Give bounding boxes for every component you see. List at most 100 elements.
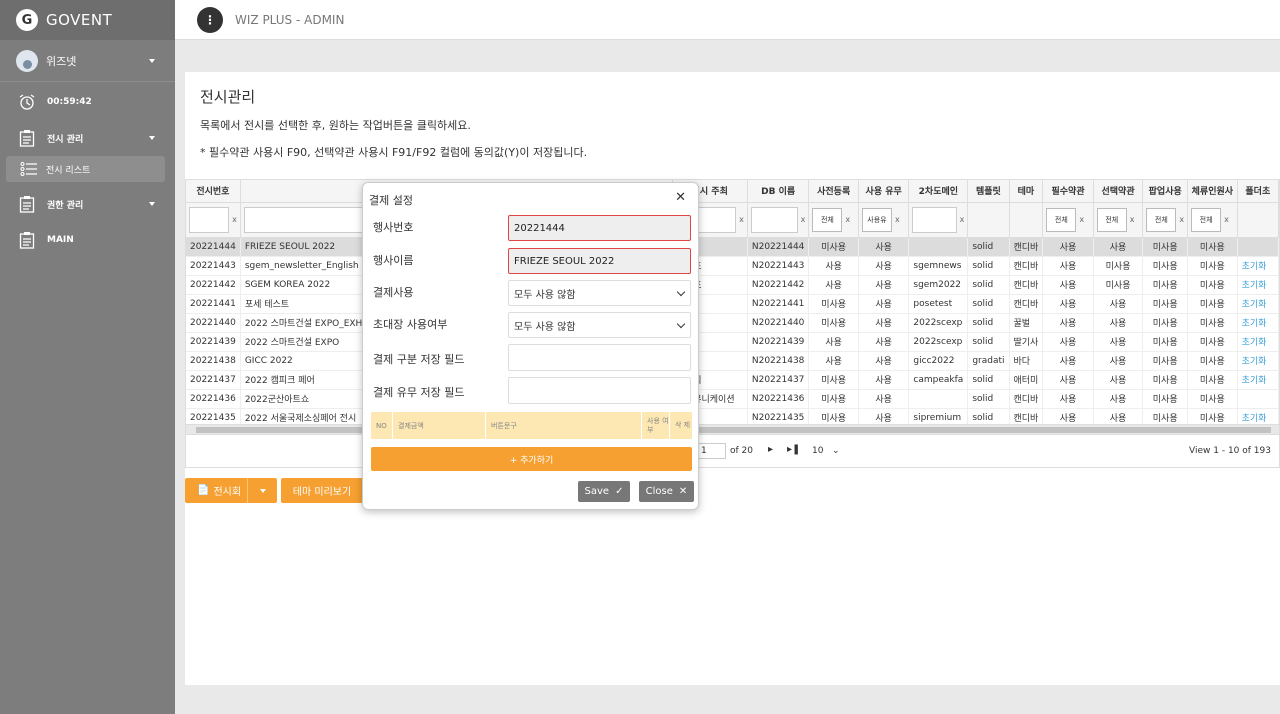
table-cell: solid (967, 313, 1010, 333)
sidebar-item-permission-manage[interactable]: 권한 관리 (0, 186, 175, 222)
horizontal-scrollbar[interactable] (186, 424, 1279, 434)
add-row-button[interactable]: + 추가하기 (371, 447, 692, 471)
dropdown-toggle[interactable] (247, 478, 277, 503)
table-cell[interactable]: 초기화 (1237, 351, 1279, 371)
clear-filter-icon[interactable]: x (232, 215, 237, 224)
table-cell[interactable] (1237, 237, 1279, 257)
filter-select[interactable]: 전체 (1191, 207, 1222, 232)
table-cell: 20221442 (186, 275, 241, 295)
sidebar-item-main[interactable]: MAIN (0, 222, 175, 258)
event-name-field[interactable]: FRIEZE SEOUL 2022 (508, 248, 691, 274)
sidebar-item-exhibition-manage[interactable]: 전시 관리 (0, 120, 175, 156)
table-cell: 꿀벌 (1009, 313, 1044, 333)
next-page-icon[interactable]: ▸ (768, 444, 773, 455)
event-no-field[interactable]: 20221444 (508, 215, 691, 241)
table-cell: 사용 (1093, 351, 1144, 371)
clear-filter-icon[interactable]: x (801, 215, 806, 224)
table-cell: 사용 (1042, 389, 1094, 409)
column-header[interactable]: 템플릿 (967, 180, 1010, 203)
filter-select[interactable]: 전체 (1146, 207, 1177, 232)
table-row[interactable]: 202214372022 캠피크 페어스기획N20221437미사용사용camp… (186, 370, 1279, 390)
dialog-title: 결제 설정 (369, 194, 413, 207)
page-notice: * 필수약관 사용시 F90, 선택약관 사용시 F91/F92 컬럼에 동의값… (200, 146, 588, 159)
pager: 1 of 20 ▸ ▸❚ 10 ⌄ View 1 - 10 of 193 (185, 435, 1280, 468)
table-cell: 사용 (1093, 332, 1144, 352)
table-cell[interactable]: 초기화 (1237, 370, 1279, 390)
clear-filter-icon[interactable]: x (1079, 215, 1084, 224)
table-cell[interactable]: 초기화 (1237, 294, 1279, 314)
filter-select[interactable]: 사용유 (861, 207, 892, 232)
close-icon[interactable]: ✕ (675, 190, 686, 205)
table-cell[interactable]: 초기화 (1237, 275, 1279, 295)
column-header[interactable]: 전시번호 (186, 180, 241, 203)
sidebar-item-exhibition-list[interactable]: 전시 리스트 (6, 156, 165, 182)
close-button[interactable]: Close ✕ (639, 481, 694, 502)
column-header[interactable]: 2차도메인 (908, 180, 969, 203)
table-cell: N20221440 (747, 313, 810, 333)
column-header[interactable]: 체류인원사 (1187, 180, 1238, 203)
column-header[interactable]: 테마 (1009, 180, 1044, 203)
filter-input[interactable] (750, 206, 798, 233)
column-header[interactable]: 폴더초 (1237, 180, 1279, 203)
column-header[interactable]: 사전등록 (808, 180, 859, 203)
table-cell: 미사용 (1187, 237, 1238, 257)
clear-filter-icon[interactable]: x (1179, 215, 1184, 224)
page-size-select[interactable]: 10 ⌄ (812, 446, 840, 456)
payment-use-select[interactable]: 모두 사용 않함 (508, 280, 691, 306)
clear-filter-icon[interactable]: x (845, 215, 850, 224)
user-menu[interactable]: 위즈넷 (0, 40, 175, 82)
filter-select[interactable]: 전체 (812, 207, 843, 232)
export-label: 전시회 (213, 487, 242, 498)
export-button[interactable]: 📄 전시회 (185, 478, 277, 503)
table-row[interactable]: 20221444FRIEZE SEOUL 2022즈N20221444미사용사용… (186, 237, 1279, 257)
table-row[interactable]: 20221443sgem_newsletter_English렉스포N20221… (186, 256, 1279, 276)
save-button[interactable]: Save ✓ (578, 481, 630, 502)
filter-input[interactable] (189, 206, 230, 233)
clear-filter-icon[interactable]: x (960, 215, 965, 224)
clear-filter-icon[interactable]: x (895, 215, 900, 224)
table-cell: 사용 (858, 351, 910, 371)
column-header[interactable]: DB 이름 (747, 180, 810, 203)
table-cell: 미사용 (1142, 370, 1189, 390)
table-cell: 캔디바 (1009, 256, 1044, 276)
clipboard-icon (18, 231, 36, 249)
page-number-input[interactable]: 1 (696, 443, 726, 459)
column-header[interactable]: 팝업사용 (1142, 180, 1189, 203)
table-row[interactable]: 20221436 2022군산아트쇼 임커뮤니케이션 N20221436 미사용 사용 so… (186, 389, 1279, 409)
pay-flag-input[interactable] (508, 377, 691, 404)
last-page-icon[interactable]: ▸❚ (787, 444, 800, 455)
filter-select[interactable]: 전체 (1046, 207, 1077, 232)
table-row[interactable]: 202214392022 스마트건설 EXPO컴N20221439사용사용202… (186, 332, 1279, 352)
table-cell: 캔디바 (1009, 294, 1044, 314)
column-header[interactable]: 필수약관 (1042, 180, 1094, 203)
select-value: 모두 사용 않함 (514, 289, 576, 301)
table-cell: 미사용 (1142, 256, 1189, 276)
table-cell[interactable] (1237, 389, 1279, 409)
clear-filter-icon[interactable]: x (1224, 215, 1229, 224)
filter-input[interactable] (912, 206, 957, 233)
table-row[interactable]: 202214402022 스마트건설 EXPO_EXHI컴N20221440미사… (186, 313, 1279, 333)
clear-filter-icon[interactable]: x (1130, 215, 1135, 224)
table-cell: solid (967, 275, 1010, 295)
table-cell: 미사용 (1187, 389, 1238, 409)
table-cell[interactable]: 초기화 (1237, 332, 1279, 352)
table-row[interactable]: 20221438GICC 2022컴N20221438사용사용gicc2022g… (186, 351, 1279, 371)
payment-settings-dialog: 결제 설정 ✕ 행사번호 20221444 행사이름 FRIEZE SEOUL … (362, 182, 699, 510)
table-row[interactable]: 20221442SGEM KOREA 2022렉스포N20221442사용사용s… (186, 275, 1279, 295)
column-header[interactable]: 사용 유무 (858, 180, 910, 203)
field-label: 초대장 사용여부 (373, 318, 448, 331)
table-row[interactable]: 20221441포세 테스트트N20221441미사용사용posetestsol… (186, 294, 1279, 314)
theme-preview-button[interactable]: 테마 미리보기 (281, 478, 363, 503)
list-icon (20, 160, 38, 178)
filter-select[interactable]: 전체 (1096, 207, 1127, 232)
clear-filter-icon[interactable]: x (739, 215, 744, 224)
table-cell: 20221439 (186, 332, 241, 352)
pay-type-input[interactable] (508, 344, 691, 371)
brand[interactable]: G GOVENT (0, 0, 175, 40)
invite-use-select[interactable]: 모두 사용 않함 (508, 312, 691, 338)
table-cell: 미사용 (1187, 332, 1238, 352)
column-header[interactable]: 선택약관 (1093, 180, 1144, 203)
table-cell[interactable]: 초기화 (1237, 313, 1279, 333)
more-vertical-icon[interactable]: ⋮ (197, 6, 223, 33)
table-cell[interactable]: 초기화 (1237, 256, 1279, 276)
